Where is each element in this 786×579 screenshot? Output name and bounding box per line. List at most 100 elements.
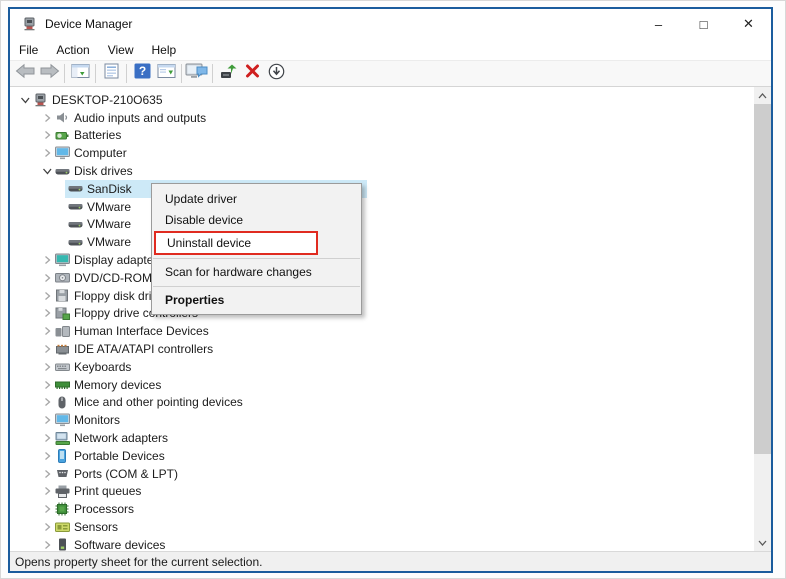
context-menu-item-properties[interactable]: Properties	[152, 290, 361, 311]
tree-item-keyboards[interactable]: Keyboards	[10, 358, 754, 376]
chevron-collapsed-icon[interactable]	[40, 520, 54, 534]
export-list-button[interactable]	[154, 62, 178, 85]
tree-item-vmware[interactable]: VMware	[10, 216, 754, 234]
tree-item-label: VMware	[87, 217, 132, 232]
show-console-tree-icon	[71, 63, 90, 84]
forward-arrow-button[interactable]	[37, 62, 61, 85]
chevron-collapsed-icon[interactable]	[40, 111, 54, 125]
menu-action[interactable]: Action	[47, 41, 98, 59]
tree-item-vmware[interactable]: VMware	[10, 198, 754, 216]
device-manager-window: Device Manager – □ ✕ File Action View Help ? …	[8, 7, 773, 573]
properties-pane-icon	[103, 63, 120, 84]
tree-item-floppy-disk-drives[interactable]: Floppy disk drives	[10, 287, 754, 305]
display-icon	[54, 253, 70, 267]
menu-help[interactable]: Help	[143, 41, 186, 59]
tree-item-ports-com-lpt[interactable]: Ports (COM & LPT)	[10, 465, 754, 483]
tree-item-label: SanDisk	[87, 181, 132, 196]
chevron-collapsed-icon[interactable]	[40, 253, 54, 267]
scrollbar-thumb[interactable]	[754, 104, 771, 454]
tree-item-label: Computer	[74, 146, 127, 161]
tree-item-network-adapters[interactable]: Network adapters	[10, 429, 754, 447]
chevron-collapsed-icon[interactable]	[40, 128, 54, 142]
portable-icon	[54, 448, 70, 463]
chevron-collapsed-icon[interactable]	[40, 378, 54, 392]
chevron-expanded-icon[interactable]	[40, 164, 54, 178]
update-driver-icon	[219, 63, 237, 85]
tree-item-label: DESKTOP-210O635	[52, 92, 163, 107]
battery-icon	[54, 128, 70, 142]
printer-icon	[54, 484, 70, 498]
context-menu: Update driver Disable device Uninstall dev…	[151, 183, 362, 315]
remote-desktop-button[interactable]	[185, 62, 209, 85]
tree-item-sandisk[interactable]: SanDisk	[10, 179, 754, 198]
chevron-collapsed-icon[interactable]	[40, 360, 54, 374]
back-arrow-button[interactable]	[13, 62, 37, 85]
tree-item-sensors[interactable]: Sensors	[10, 518, 754, 536]
menu-view[interactable]: View	[99, 41, 143, 59]
help-icon: ?	[134, 63, 151, 84]
scrollbar-down-icon[interactable]	[754, 534, 771, 551]
chevron-collapsed-icon[interactable]	[40, 271, 54, 285]
chevron-collapsed-icon[interactable]	[40, 538, 54, 551]
window-controls: – □ ✕	[636, 9, 771, 39]
chevron-collapsed-icon[interactable]	[40, 289, 54, 303]
chevron-collapsed-icon[interactable]	[40, 467, 54, 481]
menu-file[interactable]: File	[10, 41, 47, 59]
tree-item-processors[interactable]: Processors	[10, 500, 754, 518]
tree-item-disk-drives[interactable]: Disk drives	[10, 162, 754, 180]
computer-icon	[32, 93, 48, 107]
tree-item-audio-inputs-and-outputs[interactable]: Audio inputs and outputs	[10, 109, 754, 127]
context-menu-item-update-driver[interactable]: Update driver	[152, 189, 361, 210]
tree-item-floppy-drive-controllers[interactable]: Floppy drive controllers	[10, 305, 754, 323]
vertical-scrollbar[interactable]	[754, 87, 771, 551]
tree-item-vmware[interactable]: VMware	[10, 233, 754, 251]
chevron-collapsed-icon[interactable]	[40, 324, 54, 338]
tree-item-dvd-cd-rom-drives[interactable]: DVD/CD-ROM drives	[10, 269, 754, 287]
remote-desktop-icon	[185, 63, 209, 85]
context-menu-item-scan-for-hardware-changes[interactable]: Scan for hardware changes	[152, 262, 361, 283]
chevron-collapsed-icon[interactable]	[40, 431, 54, 445]
close-button[interactable]: ✕	[726, 9, 771, 39]
tree-item-batteries[interactable]: Batteries	[10, 127, 754, 145]
chevron-collapsed-icon[interactable]	[40, 146, 54, 160]
disk-icon	[67, 217, 83, 231]
chevron-collapsed-icon[interactable]	[40, 342, 54, 356]
chevron-collapsed-icon[interactable]	[40, 306, 54, 320]
uninstall-device-button[interactable]	[240, 62, 264, 85]
tree-item-ide-ata-atapi-controllers[interactable]: IDE ATA/ATAPI controllers	[10, 340, 754, 358]
tree-item-mice-and-other-pointing-devices[interactable]: Mice and other pointing devices	[10, 394, 754, 412]
scrollbar-up-icon[interactable]	[754, 87, 771, 104]
mouse-icon	[54, 395, 70, 409]
maximize-button[interactable]: □	[681, 9, 726, 39]
chevron-collapsed-icon[interactable]	[40, 502, 54, 516]
tree-item-portable-devices[interactable]: Portable Devices	[10, 447, 754, 465]
tree-item-memory-devices[interactable]: Memory devices	[10, 376, 754, 394]
help-button[interactable]: ?	[130, 62, 154, 85]
chevron-expanded-icon[interactable]	[18, 93, 32, 107]
update-driver-button[interactable]	[216, 62, 240, 85]
chevron-collapsed-icon[interactable]	[40, 449, 54, 463]
context-menu-item-uninstall-device-highlighted[interactable]: Uninstall device	[154, 231, 318, 255]
memory-icon	[54, 378, 70, 392]
tree-item-display-adapters[interactable]: Display adapters	[10, 251, 754, 269]
chevron-collapsed-icon[interactable]	[40, 413, 54, 427]
show-console-tree-button[interactable]	[68, 62, 92, 85]
back-arrow-icon	[15, 63, 36, 84]
context-menu-item-disable-device[interactable]: Disable device	[152, 210, 361, 231]
tree-item-label: Human Interface Devices	[74, 324, 209, 339]
tree-item-print-queues[interactable]: Print queues	[10, 483, 754, 501]
chevron-collapsed-icon[interactable]	[40, 484, 54, 498]
tree-item-software-devices[interactable]: Software devices	[10, 536, 754, 551]
chevron-collapsed-icon[interactable]	[40, 395, 54, 409]
minimize-button[interactable]: –	[636, 9, 681, 39]
menu-separator	[153, 286, 360, 287]
tree-item-computer[interactable]: Computer	[10, 144, 754, 162]
tree-item-human-interface-devices[interactable]: Human Interface Devices	[10, 322, 754, 340]
tree-item-label: Monitors	[74, 413, 121, 428]
scan-hardware-button[interactable]	[264, 62, 288, 85]
tree-item-desktop-210o635[interactable]: DESKTOP-210O635	[10, 91, 754, 109]
software-icon	[54, 538, 70, 551]
properties-pane-button[interactable]	[99, 62, 123, 85]
tree-item-monitors[interactable]: Monitors	[10, 411, 754, 429]
